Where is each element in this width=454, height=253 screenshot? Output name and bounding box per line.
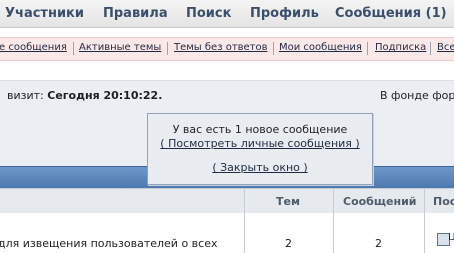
new-message-popup: У вас есть 1 новое сообщение ( Посмотрет… xyxy=(147,113,373,185)
last-visit-label: визит: xyxy=(7,89,44,102)
topics-count: 2 xyxy=(285,237,292,250)
quicklink-my-posts[interactable]: Мои сообщения xyxy=(279,42,362,53)
quicklink-active-topics[interactable]: Активные темы xyxy=(79,42,161,53)
last-visit-bar: визит: Сегодня 20:10:22. В фонде фор xyxy=(0,80,454,111)
column-divider xyxy=(333,189,334,213)
column-last-post: Пос xyxy=(433,195,454,208)
divider xyxy=(273,42,274,55)
close-window-link[interactable]: ( Закрыть окно ) xyxy=(148,161,372,174)
table-header: Тем Сообщений Пос xyxy=(0,188,454,214)
nav-rules[interactable]: Правила xyxy=(103,6,168,21)
popup-message: У вас есть 1 новое сообщение xyxy=(172,123,348,136)
quicklink-new-posts[interactable]: е сообщения xyxy=(0,42,67,53)
column-divider xyxy=(333,213,334,253)
column-divider xyxy=(244,213,245,253)
column-posts: Сообщений xyxy=(343,195,417,208)
table-row[interactable]: для извещения пользователей о всех 2 2 Ц xyxy=(0,213,454,253)
nav-search[interactable]: Поиск xyxy=(186,6,231,21)
forum-description: для извещения пользователей о всех xyxy=(0,237,218,250)
top-navigation: Участники Правила Поиск Профиль Сообщени… xyxy=(0,0,454,28)
column-divider xyxy=(424,189,425,213)
divider xyxy=(430,42,431,55)
last-visit-text: визит: Сегодня 20:10:22. xyxy=(7,89,162,102)
column-topics: Тем xyxy=(276,195,300,208)
quicklink-all[interactable]: Все xyxy=(437,42,454,53)
divider xyxy=(167,42,168,55)
forum-fund-text: В фонде фор xyxy=(380,89,454,102)
quicklink-unanswered[interactable]: Темы без ответов xyxy=(174,42,268,53)
last-visit-value: Сегодня 20:10:22 xyxy=(47,89,159,102)
quick-links-bar: е сообщения Активные темы Темы без ответ… xyxy=(0,37,454,61)
nav-messages[interactable]: Сообщения (1) xyxy=(335,6,447,21)
nav-members[interactable]: Участники xyxy=(5,6,84,21)
column-divider xyxy=(244,189,245,213)
quicklink-subscriptions[interactable]: Подписка xyxy=(375,42,426,53)
column-divider xyxy=(424,213,425,253)
last-visit-suffix: . xyxy=(158,89,163,102)
view-messages-link[interactable]: ( Посмотреть личные сообщения ) xyxy=(148,137,372,150)
nav-profile[interactable]: Профиль xyxy=(250,6,319,21)
last-post-link[interactable]: Ц xyxy=(448,232,454,243)
posts-count: 2 xyxy=(375,237,382,250)
divider xyxy=(367,42,368,55)
divider xyxy=(73,42,74,55)
